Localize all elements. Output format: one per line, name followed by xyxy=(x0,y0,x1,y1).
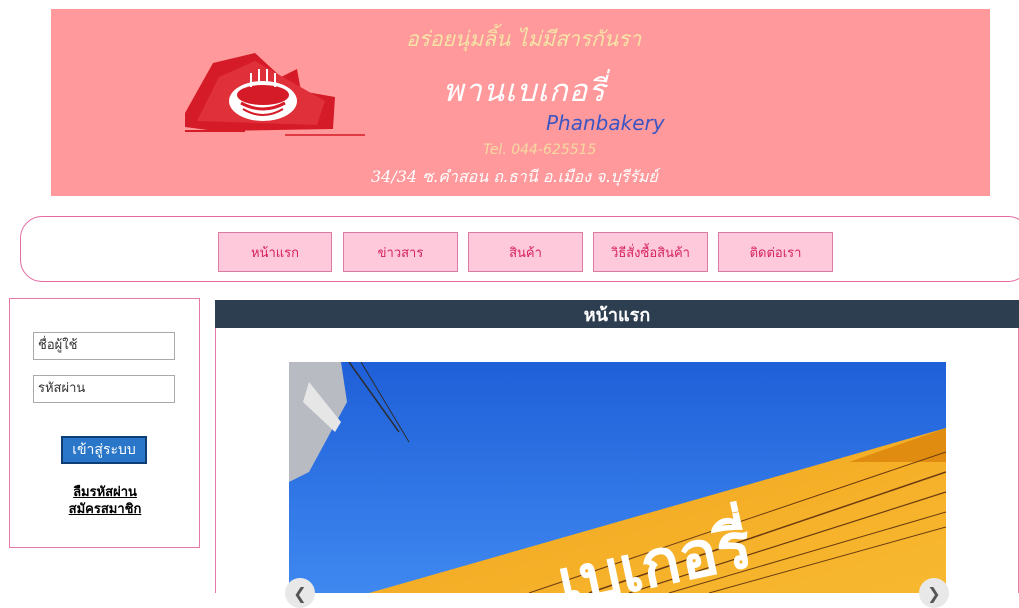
page-title: หน้าแรก xyxy=(215,300,1019,328)
nav-item-products[interactable]: สินค้า xyxy=(468,232,583,272)
header-banner: อร่อยนุ่มลิ้น ไม่มีสารกันรา พานเบเกอรี่ … xyxy=(51,9,990,196)
slide-next-button[interactable]: ❯ xyxy=(919,578,949,608)
register-link[interactable]: สมัครสมาชิก xyxy=(40,498,170,519)
slideshow-image: เบเกอรี่ xyxy=(289,362,946,593)
nav-item-news[interactable]: ข่าวสาร xyxy=(343,232,458,272)
phone-number: Tel. 044-625515 xyxy=(483,142,597,158)
shop-sign-photo: เบเกอรี่ xyxy=(289,362,946,593)
username-input[interactable]: ชื่อผู้ใช้ xyxy=(33,332,175,360)
chevron-left-icon: ❮ xyxy=(293,583,307,603)
password-input[interactable]: รหัสผ่าน xyxy=(33,375,175,403)
slide-prev-button[interactable]: ❮ xyxy=(285,578,315,608)
shop-address: 34/34 ซ.คำสอน ถ.ธานี อ.เมือง จ.บุรีรัมย์ xyxy=(371,167,658,186)
tagline: อร่อยนุ่มลิ้น ไม่มีสารกันรา xyxy=(406,27,642,51)
nav-item-how-to-order[interactable]: วิธีสั่งซื้อสินค้า xyxy=(593,232,708,272)
nav-item-home[interactable]: หน้าแรก xyxy=(218,232,332,272)
login-button[interactable]: เข้าสู่ระบบ xyxy=(61,436,147,464)
nav-item-contact[interactable]: ติดต่อเรา xyxy=(718,232,833,272)
shop-name-english: Phanbakery xyxy=(546,111,665,135)
chevron-right-icon: ❯ xyxy=(927,583,941,603)
cake-house-logo xyxy=(185,53,365,136)
shop-name: พานเบเกอรี่ xyxy=(443,73,606,109)
